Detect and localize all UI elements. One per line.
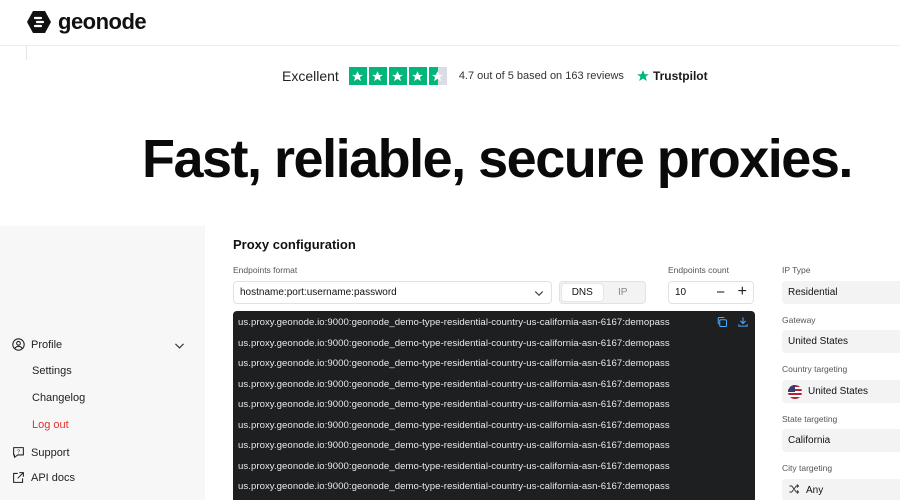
- endpoint-line: us.proxy.geonode.io:9000:geonode_demo-ty…: [238, 460, 670, 472]
- menu-profile-label: Profile: [31, 338, 63, 351]
- endpoint-line: us.proxy.geonode.io:9000:geonode_demo-ty…: [238, 317, 670, 328]
- city-targeting-select[interactable]: Any: [782, 479, 900, 500]
- copy-icon[interactable]: [716, 316, 728, 328]
- star-icon: [408, 67, 427, 85]
- top-header: geonode: [0, 0, 900, 46]
- rating-summary: 4.7 out of 5 based on 163 reviews: [458, 70, 624, 82]
- endpoints-count-label: Endpoints count: [668, 265, 729, 275]
- gateway-value: United States: [788, 336, 849, 347]
- state-targeting-select[interactable]: California: [782, 429, 900, 452]
- ip-type-select[interactable]: Residential: [782, 281, 900, 304]
- endpoint-line: us.proxy.geonode.io:9000:geonode_demo-ty…: [238, 481, 670, 492]
- menu-changelog[interactable]: Changelog: [32, 392, 85, 404]
- external-link-icon: [13, 472, 24, 483]
- user-icon: [12, 338, 25, 351]
- divider: [26, 46, 27, 60]
- geonode-logo-icon: [27, 11, 51, 33]
- trustpilot-widget[interactable]: Excellent 4.7 out of 5 based on 163 revi…: [282, 67, 708, 85]
- country-targeting-value: United States: [808, 386, 869, 397]
- endpoints-format-value: hostname:port:username:password: [240, 287, 397, 298]
- chevron-down-icon: [534, 291, 544, 297]
- brand-logo[interactable]: geonode: [26, 9, 147, 35]
- country-targeting-label: Country targeting: [782, 364, 848, 374]
- star-rating: [348, 67, 447, 85]
- endpoint-line: us.proxy.geonode.io:9000:geonode_demo-ty…: [238, 378, 670, 390]
- star-icon: [388, 67, 407, 85]
- trustpilot-logo-text: Trustpilot: [652, 69, 708, 83]
- endpoints-format-select[interactable]: hostname:port:username:password: [233, 281, 552, 304]
- hero-headline: Fast, reliable, secure proxies.: [142, 129, 853, 189]
- increment-button[interactable]: +: [738, 284, 747, 300]
- endpoint-line: us.proxy.geonode.io:9000:geonode_demo-ty…: [238, 337, 670, 349]
- endpoints-format-label: Endpoints format: [233, 265, 298, 275]
- svg-text:?: ?: [17, 450, 20, 456]
- rating-word: Excellent: [282, 68, 339, 84]
- city-targeting-label: City targeting: [782, 463, 833, 473]
- chevron-down-icon[interactable]: [173, 339, 186, 352]
- brand-name: geonode: [58, 9, 147, 34]
- menu-api-docs[interactable]: API docs: [12, 471, 75, 484]
- menu-logout[interactable]: Log out: [32, 419, 69, 431]
- state-targeting-label: State targeting: [782, 414, 838, 424]
- toggle-ip[interactable]: IP: [603, 284, 644, 301]
- dns-ip-toggle[interactable]: DNS IP: [559, 281, 646, 304]
- endpoints-list[interactable]: us.proxy.geonode.io:9000:geonode_demo-ty…: [233, 311, 755, 500]
- endpoints-count-stepper[interactable]: 10 − +: [668, 281, 754, 304]
- endpoint-line: us.proxy.geonode.io:9000:geonode_demo-ty…: [238, 440, 670, 451]
- state-targeting-value: California: [788, 435, 831, 446]
- city-targeting-value: Any: [806, 485, 824, 496]
- menu-settings[interactable]: Settings: [32, 365, 72, 377]
- endpoint-actions: [716, 316, 749, 328]
- menu-api-docs-label: API docs: [31, 471, 76, 484]
- ip-type-value: Residential: [788, 287, 838, 298]
- help-icon: ?: [13, 447, 24, 458]
- menu-profile[interactable]: Profile: [12, 338, 192, 351]
- endpoints-count-value: 10: [675, 287, 687, 298]
- star-icon: [348, 67, 367, 85]
- ip-type-label: IP Type: [782, 265, 811, 275]
- menu-support-label: Support: [31, 446, 70, 459]
- gateway-select[interactable]: United States: [782, 330, 900, 353]
- download-icon[interactable]: [737, 316, 749, 328]
- endpoint-line: us.proxy.geonode.io:9000:geonode_demo-ty…: [238, 399, 670, 410]
- endpoint-line: us.proxy.geonode.io:9000:geonode_demo-ty…: [238, 358, 670, 369]
- trustpilot-logo[interactable]: Trustpilot: [636, 69, 708, 83]
- endpoint-line: us.proxy.geonode.io:9000:geonode_demo-ty…: [238, 419, 670, 431]
- section-title: Proxy configuration: [233, 237, 356, 252]
- us-flag-icon: [788, 384, 802, 399]
- menu-support[interactable]: ? Support: [12, 446, 70, 459]
- half-star-icon: [428, 67, 447, 85]
- toggle-dns[interactable]: DNS: [562, 284, 603, 301]
- gateway-label: Gateway: [782, 315, 816, 325]
- star-icon: [368, 67, 387, 85]
- country-targeting-select[interactable]: United States: [782, 380, 900, 403]
- trustpilot-star-icon: [637, 70, 649, 81]
- decrement-button[interactable]: −: [716, 285, 725, 300]
- shuffle-icon: [788, 483, 800, 498]
